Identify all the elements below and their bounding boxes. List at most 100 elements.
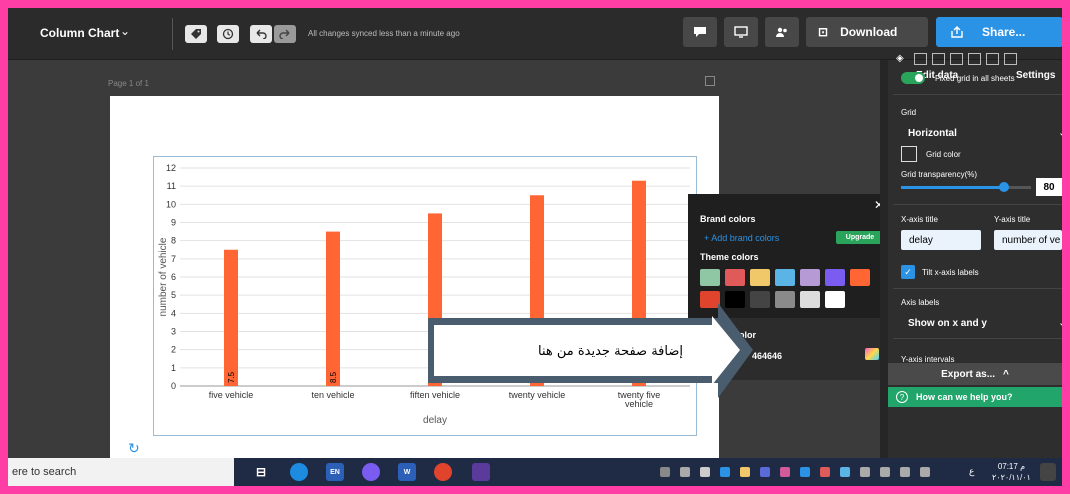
grid-color-swatch[interactable] [901,146,917,162]
tab-settings[interactable]: Settings [1016,70,1055,81]
tray-icon[interactable] [840,467,850,477]
redo-icon[interactable] [274,25,296,43]
share-users-icon[interactable] [765,17,799,47]
toolbar-divider [172,18,173,50]
chart-type-title[interactable]: Column Chart [40,26,119,40]
viber-icon[interactable] [362,463,380,481]
tray-icon[interactable] [780,467,790,477]
color-swatch[interactable] [725,269,745,286]
chevron-down-icon[interactable]: ⌄ [1058,316,1062,329]
y-tick-label: 8 [171,236,176,246]
tray-icon[interactable] [900,467,910,477]
y-tick-label: 6 [171,272,176,282]
word-icon[interactable]: W [398,463,416,481]
tray-icon[interactable] [760,467,770,477]
refresh-icon[interactable]: ↻ [128,440,140,457]
x-tick-label: ten vehicle [311,390,354,400]
tray-icon[interactable] [920,467,930,477]
grid-color-label: Grid color [926,150,961,159]
data-label: 7.5 [227,371,236,383]
export-button[interactable]: Export as... ^ [888,363,1062,385]
y-tick-label: 7 [171,254,176,264]
chevron-down-icon[interactable]: ⌄ [120,24,130,38]
duplicate-page-icon[interactable] [705,76,715,86]
panel-scrollbar[interactable] [880,60,888,486]
download-label: Download [840,25,898,39]
divider [893,94,1062,95]
color-swatch[interactable] [750,269,770,286]
share-button[interactable]: Share... [936,17,1062,47]
y-tick-label: 9 [171,218,176,228]
add-brand-colors-link[interactable]: + Add brand colors [704,233,779,243]
color-swatch[interactable] [700,269,720,286]
y-tick-label: 5 [171,290,176,300]
transparency-input[interactable]: 80 [1036,178,1062,196]
clock-time: 07:17 م [997,462,1026,471]
color-swatch[interactable] [825,269,845,286]
chevron-up-icon: ^ [1003,368,1009,380]
transparency-slider-handle[interactable] [999,182,1009,192]
color-swatch[interactable] [800,291,820,308]
tray-icon[interactable] [680,467,690,477]
tray-icon[interactable] [720,467,730,477]
color-swatch[interactable] [775,269,795,286]
chrome-icon[interactable] [434,463,452,481]
history-icon[interactable] [217,25,239,43]
ime-indicator[interactable]: ع [969,466,974,477]
notification-icon[interactable] [1040,463,1056,481]
help-icon: ? [896,391,908,403]
tray-icon[interactable] [800,467,810,477]
clock[interactable]: 07:17 م ٢٠٢٠/١١/٠١ [992,461,1031,483]
tray-icon[interactable] [660,467,670,477]
tray-icon[interactable] [820,467,830,477]
color-swatch[interactable] [850,269,870,286]
layers-icon[interactable]: ◈ [896,53,909,65]
tray-icon[interactable] [880,467,890,477]
tray-icon[interactable] [700,467,710,477]
annotation-text: إضافة صفحة جديدة من هنا [537,344,683,359]
keyboard-lang-icon[interactable]: EN [326,463,344,481]
app-window: Column Chart ⌄ All changes synced less t… [8,8,1062,486]
grid-dropdown[interactable]: Horizontal [908,128,957,139]
y-axis-title-input[interactable]: number of ve [994,230,1062,250]
page-label: Page 1 of 1 [108,79,149,88]
x-tick-label: five vehicle [209,390,254,400]
align-left-icon[interactable] [914,53,927,65]
grid-label: Grid [901,108,917,117]
axis-labels-dropdown[interactable]: Show on x and y [908,318,987,329]
y-tick-label: 0 [171,381,176,391]
taskbar-search[interactable]: ere to search [8,458,234,486]
color-swatch[interactable] [825,291,845,308]
app-icon[interactable] [472,463,490,481]
undo-icon[interactable] [250,25,272,43]
share-icon [951,26,963,38]
grid-transparency-label: Grid transparency(%) [901,170,978,179]
align-middle-icon[interactable] [986,53,999,65]
fixed-grid-toggle[interactable] [901,72,925,84]
align-right-icon[interactable] [950,53,963,65]
color-swatch[interactable] [800,269,820,286]
color-swatch[interactable] [775,291,795,308]
y-tick-label: 12 [166,163,176,173]
task-view-icon[interactable]: ⊟ [252,463,270,481]
color-wheel-icon[interactable] [865,348,879,360]
help-bar[interactable]: How can we help you? [888,387,1062,407]
transparency-slider-fill [901,186,1004,189]
tray-icon[interactable] [740,467,750,477]
download-button[interactable]: ⊡ Download [806,17,928,47]
y-axis-title-label: Y-axis title [994,215,1031,224]
edge-icon[interactable] [290,463,308,481]
comment-icon[interactable] [683,17,717,47]
align-center-icon[interactable] [932,53,945,65]
tray-icon[interactable] [860,467,870,477]
x-axis-title-label: X-axis title [901,215,938,224]
active-tab-indicator [994,37,1062,40]
align-bottom-icon[interactable] [1004,53,1017,65]
present-icon[interactable] [724,17,758,47]
tilt-labels-checkbox[interactable]: ✓ [901,265,915,279]
chevron-down-icon[interactable]: ⌄ [1058,126,1062,139]
tag-icon[interactable] [185,25,207,43]
x-axis-title-input[interactable]: delay [901,230,981,250]
upgrade-button[interactable]: Upgrade [836,231,884,244]
align-top-icon[interactable] [968,53,981,65]
